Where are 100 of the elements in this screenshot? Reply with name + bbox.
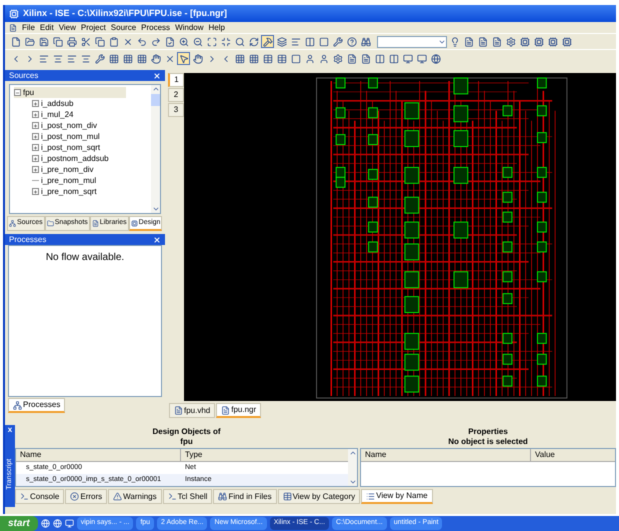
expand-toggle-icon[interactable] xyxy=(32,166,39,173)
collapse-toggle-icon[interactable] xyxy=(14,89,21,96)
chip-icon[interactable] xyxy=(532,35,545,48)
scroll-up-icon[interactable] xyxy=(348,449,356,457)
scrollbar[interactable] xyxy=(348,449,357,486)
settings-icon[interactable] xyxy=(331,52,344,65)
zoom-in-icon[interactable] xyxy=(177,35,190,48)
panel-tab[interactable]: View by Category xyxy=(278,489,360,504)
expand-toggle-icon[interactable] xyxy=(32,188,39,195)
wrench-icon[interactable] xyxy=(331,35,344,48)
help-icon[interactable] xyxy=(345,35,358,48)
columns-icon[interactable] xyxy=(387,52,400,65)
tree-item[interactable]: i_pre_nom_mul xyxy=(41,176,96,184)
tree-item[interactable]: i_mul_24 xyxy=(41,110,74,118)
grid-icon[interactable] xyxy=(107,52,120,65)
scroll-down-icon[interactable] xyxy=(348,478,356,486)
panel-tab[interactable]: View by Name xyxy=(361,489,433,504)
copy-icon[interactable] xyxy=(93,35,106,48)
scroll-thumb[interactable] xyxy=(151,94,160,106)
cut-icon[interactable] xyxy=(79,35,92,48)
layers-icon[interactable] xyxy=(275,35,288,48)
hand-icon[interactable] xyxy=(149,52,162,65)
globe-icon[interactable] xyxy=(429,52,442,65)
page-tab[interactable]: 2 xyxy=(168,88,184,102)
menu-item[interactable]: File xyxy=(22,24,35,32)
binoculars-icon[interactable] xyxy=(359,35,372,48)
table-icon[interactable] xyxy=(275,52,288,65)
grid-icon[interactable] xyxy=(135,52,148,65)
tree-item[interactable]: i_post_nom_sqrt xyxy=(41,144,100,152)
scroll-up-icon[interactable] xyxy=(152,85,160,93)
expand-toggle-icon[interactable] xyxy=(32,111,39,118)
menu-item[interactable]: Help xyxy=(208,24,225,32)
scrollbar[interactable] xyxy=(151,85,160,213)
start-button[interactable]: start xyxy=(0,516,38,531)
panel-tab[interactable]: Console xyxy=(15,489,64,504)
panel-tab[interactable]: fpu.vhd xyxy=(169,403,216,418)
tree-item[interactable]: fpu xyxy=(23,88,34,96)
grid-icon[interactable] xyxy=(121,52,134,65)
tree-item[interactable]: i_postnom_addsub xyxy=(41,154,109,162)
table-icon[interactable] xyxy=(261,52,274,65)
open-folder-icon[interactable] xyxy=(23,35,36,48)
close-icon[interactable] xyxy=(153,72,161,80)
close-button[interactable]: x xyxy=(8,426,12,434)
tree-item[interactable]: i_addsub xyxy=(41,100,74,108)
save-icon[interactable] xyxy=(37,35,50,48)
tree-item[interactable]: i_post_nom_mul xyxy=(41,132,100,140)
expand-toggle-icon[interactable] xyxy=(32,155,39,162)
window-icon[interactable] xyxy=(317,35,330,48)
page-tab[interactable]: 3 xyxy=(168,103,184,117)
scroll-down-icon[interactable] xyxy=(152,205,160,213)
search-icon[interactable] xyxy=(233,35,246,48)
tool-icon[interactable] xyxy=(93,52,106,65)
page-tab[interactable]: 1 xyxy=(168,73,184,87)
menu-item[interactable]: Edit xyxy=(40,24,54,32)
close-icon[interactable] xyxy=(153,236,161,244)
panel-tab[interactable]: Warnings xyxy=(108,489,162,504)
monitor-icon[interactable] xyxy=(415,52,428,65)
column-header[interactable]: Name xyxy=(16,449,181,461)
panel-tab[interactable]: Errors xyxy=(65,489,108,504)
tree-item[interactable]: i_post_nom_div xyxy=(41,122,98,130)
expand-toggle-icon[interactable] xyxy=(32,133,39,140)
expand-toggle-icon[interactable] xyxy=(32,122,39,129)
browser-icon[interactable] xyxy=(40,519,50,528)
dropdown-field[interactable] xyxy=(377,36,447,48)
chip-icon[interactable] xyxy=(546,35,559,48)
tree-item[interactable]: i_pre_nom_div xyxy=(41,166,94,174)
undo-icon[interactable] xyxy=(135,35,148,48)
hand-icon[interactable] xyxy=(191,52,204,65)
window-icon[interactable] xyxy=(289,52,302,65)
columns-icon[interactable] xyxy=(373,52,386,65)
grid-icon[interactable] xyxy=(233,52,246,65)
panel-tab[interactable]: Find in Files xyxy=(213,489,277,504)
column-header[interactable]: Name xyxy=(361,449,531,461)
printer-icon[interactable] xyxy=(65,35,78,48)
menu-item[interactable]: View xyxy=(58,24,76,32)
expand-toggle-icon[interactable] xyxy=(32,144,39,151)
tree-item[interactable]: i_pre_nom_sqrt xyxy=(41,188,97,196)
expand-toggle-icon[interactable] xyxy=(32,100,39,107)
panel-tab[interactable]: fpu.ngr xyxy=(216,403,262,418)
hammer-icon[interactable] xyxy=(261,35,274,48)
column-header[interactable]: Value xyxy=(531,449,615,461)
browser-icon[interactable] xyxy=(52,519,62,528)
monitor-icon[interactable] xyxy=(401,52,414,65)
panel-tab[interactable]: Processes xyxy=(8,398,66,413)
pointer-icon[interactable] xyxy=(177,52,190,65)
panel-tab[interactable]: Tcl Shell xyxy=(162,489,212,504)
chip-icon[interactable] xyxy=(518,35,531,48)
settings-icon[interactable] xyxy=(504,35,517,48)
columns-icon[interactable] xyxy=(303,35,316,48)
zoom-out-icon[interactable] xyxy=(191,35,204,48)
menu-item[interactable]: Window xyxy=(175,24,204,32)
grid-icon[interactable] xyxy=(247,52,260,65)
chip-icon[interactable] xyxy=(560,35,573,48)
menu-item[interactable]: Source xyxy=(110,24,136,32)
menu-item[interactable]: Process xyxy=(141,24,170,32)
column-header[interactable]: Type xyxy=(181,449,348,461)
zoom-fit-icon[interactable] xyxy=(205,35,218,48)
menu-item[interactable]: Project xyxy=(80,24,106,32)
refresh-icon[interactable] xyxy=(247,35,260,48)
desktop-icon[interactable] xyxy=(64,519,74,528)
